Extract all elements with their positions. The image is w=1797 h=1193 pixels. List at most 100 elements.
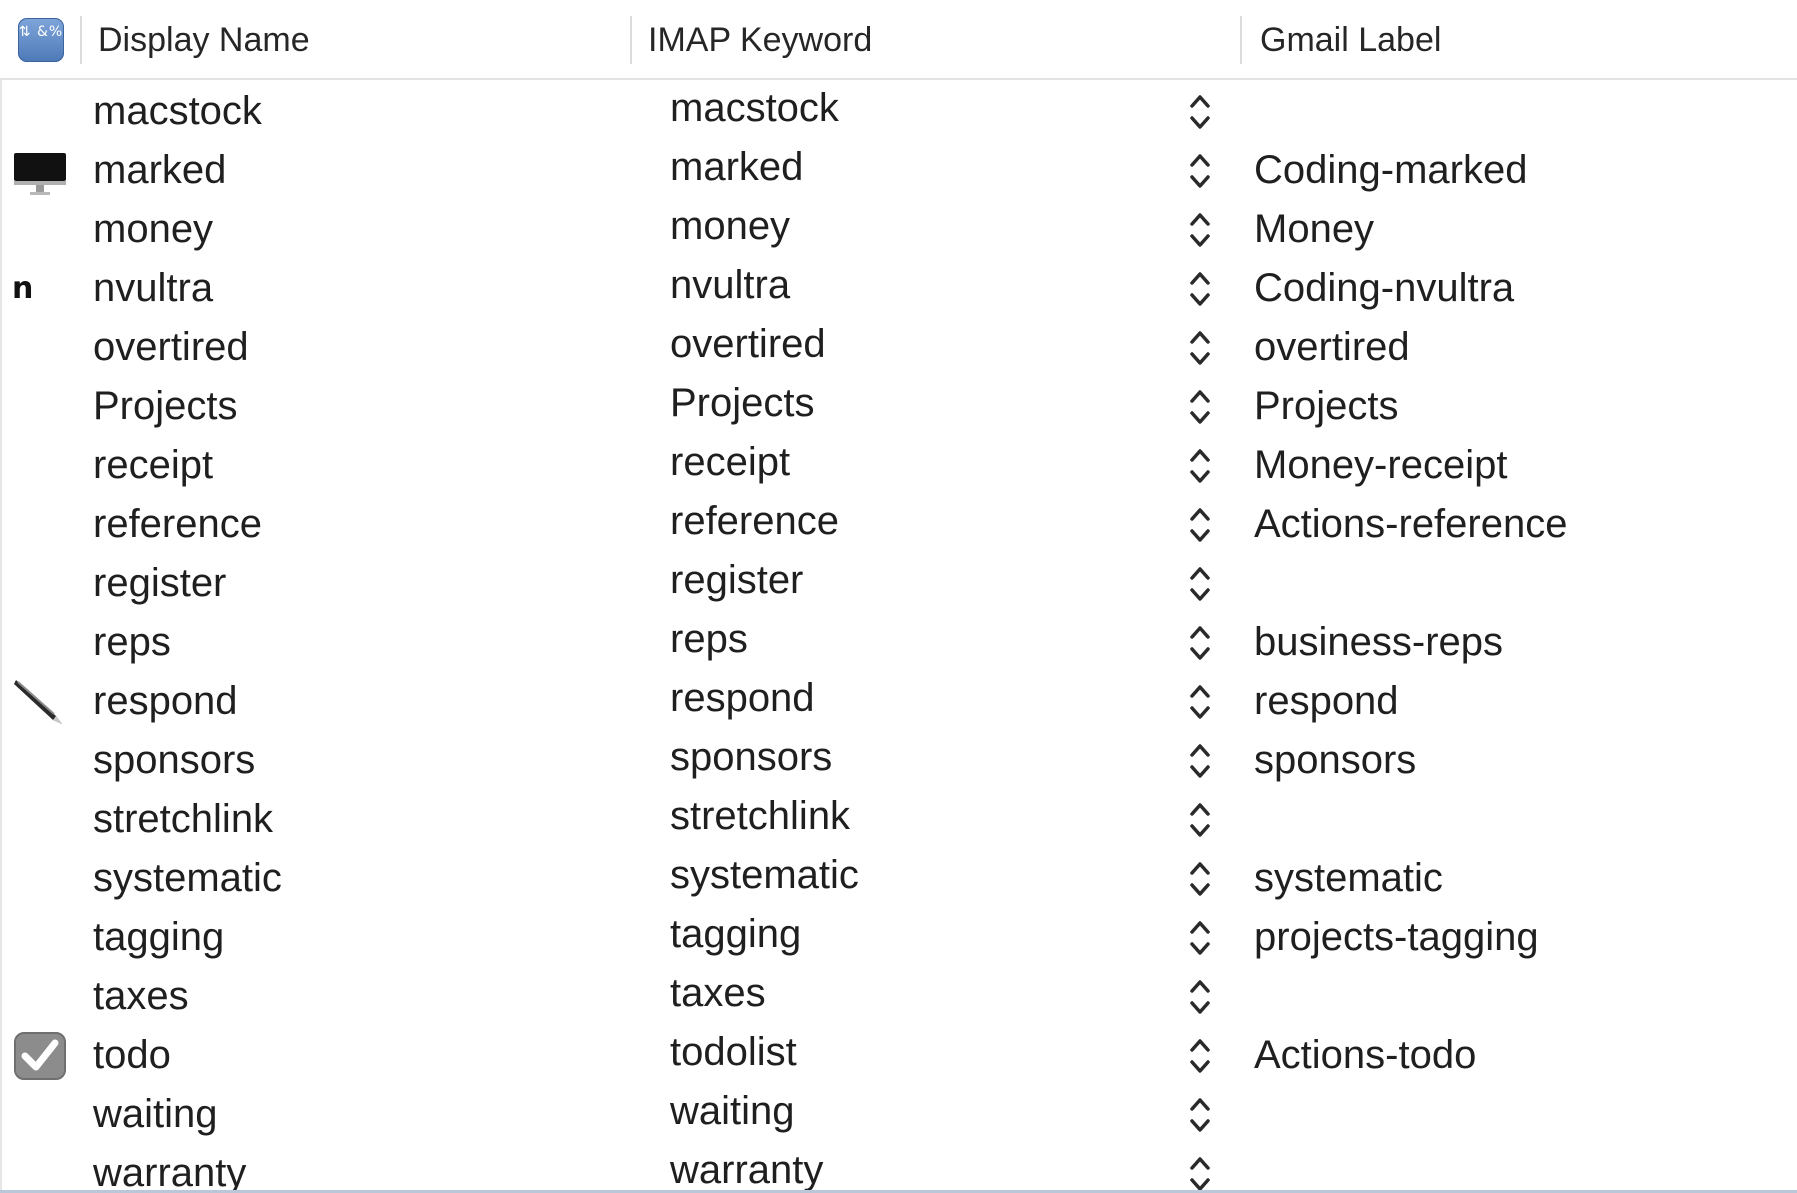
display-name-cell[interactable]: nvultra <box>93 259 213 318</box>
display-name-cell[interactable]: marked <box>93 141 226 200</box>
table-row[interactable]: tagging tagging projects-tagging <box>0 908 1797 967</box>
gmail-label-cell[interactable]: systematic <box>1254 849 1443 908</box>
imap-keyword-cell[interactable]: money <box>670 197 790 256</box>
chevron-up-down-icon[interactable] <box>1187 1153 1213 1190</box>
table-row[interactable]: stretchlink stretchlink <box>0 790 1797 849</box>
display-name-cell[interactable]: money <box>93 200 213 259</box>
chevron-up-down-icon[interactable] <box>1187 386 1213 428</box>
gmail-label-cell[interactable]: Actions-reference <box>1254 495 1567 554</box>
display-name-cell[interactable]: warranty <box>93 1144 246 1190</box>
table-row[interactable]: register register <box>0 554 1797 613</box>
display-name-cell[interactable]: overtired <box>93 318 249 377</box>
gmail-label-cell[interactable]: Actions-todo <box>1254 1026 1476 1085</box>
table-row[interactable]: warranty warranty <box>0 1144 1797 1190</box>
display-name-cell[interactable]: reps <box>93 613 171 672</box>
display-name-cell[interactable]: register <box>93 554 226 613</box>
table-header: ⇅ &% Display Name IMAP Keyword Gmail Lab… <box>0 0 1797 80</box>
imap-keyword-cell[interactable]: Projects <box>670 374 815 433</box>
imap-keyword-cell[interactable]: reference <box>670 492 839 551</box>
imap-keyword-cell[interactable]: stretchlink <box>670 787 850 846</box>
chevron-up-down-icon[interactable] <box>1187 858 1213 900</box>
chevron-up-down-icon[interactable] <box>1187 504 1213 546</box>
column-header-gmail-label[interactable]: Gmail Label <box>1260 0 1441 78</box>
imap-keyword-cell[interactable]: receipt <box>670 433 790 492</box>
table-row[interactable]: todo todolist Actions-todo <box>0 1026 1797 1085</box>
imap-keyword-cell[interactable]: overtired <box>670 315 826 374</box>
chevron-up-down-icon[interactable] <box>1187 91 1213 133</box>
imap-keyword-cell[interactable]: sponsors <box>670 728 832 787</box>
imap-keyword-cell[interactable]: nvultra <box>670 256 790 315</box>
gmail-label-cell[interactable]: Money <box>1254 200 1374 259</box>
column-separator[interactable] <box>80 16 82 64</box>
chevron-up-down-icon[interactable] <box>1187 1094 1213 1136</box>
display-name-cell[interactable]: taxes <box>93 967 189 1026</box>
column-header-imap-keyword[interactable]: IMAP Keyword <box>648 0 872 78</box>
display-name-cell[interactable]: macstock <box>93 82 262 141</box>
chevron-up-down-icon[interactable] <box>1187 622 1213 664</box>
monitor-icon <box>12 145 68 197</box>
table-row[interactable]: reference reference Actions-reference <box>0 495 1797 554</box>
icon-column-header-icon[interactable]: ⇅ &% <box>18 18 64 62</box>
display-name-cell[interactable]: sponsors <box>93 731 255 790</box>
imap-keyword-cell[interactable]: macstock <box>670 80 839 138</box>
chevron-up-down-icon[interactable] <box>1187 799 1213 841</box>
gmail-label-cell[interactable]: Projects <box>1254 377 1399 436</box>
table-row[interactable]: reps reps business-reps <box>0 613 1797 672</box>
chevron-up-down-icon[interactable] <box>1187 917 1213 959</box>
column-separator[interactable] <box>1240 16 1242 64</box>
display-name-cell[interactable]: todo <box>93 1026 171 1085</box>
display-name-cell[interactable]: reference <box>93 495 262 554</box>
imap-keyword-cell[interactable]: todolist <box>670 1023 797 1082</box>
imap-keyword-cell[interactable]: reps <box>670 610 748 669</box>
chevron-up-down-icon[interactable] <box>1187 445 1213 487</box>
display-name-cell[interactable]: stretchlink <box>93 790 273 849</box>
imap-keyword-cell[interactable]: systematic <box>670 846 859 905</box>
table-row[interactable]: sponsors sponsors sponsors <box>0 731 1797 790</box>
table-row[interactable]: money money Money <box>0 200 1797 259</box>
imap-keyword-cell[interactable]: taxes <box>670 964 766 1023</box>
gmail-label-cell[interactable]: Money-receipt <box>1254 436 1507 495</box>
table-row[interactable]: marked marked Coding-marked <box>0 141 1797 200</box>
column-separator[interactable] <box>630 16 632 64</box>
display-name-cell[interactable]: systematic <box>93 849 282 908</box>
display-name-cell[interactable]: receipt <box>93 436 213 495</box>
chevron-up-down-icon[interactable] <box>1187 976 1213 1018</box>
display-name-cell[interactable]: respond <box>93 672 238 731</box>
chevron-up-down-icon[interactable] <box>1187 327 1213 369</box>
table-row[interactable]: n nvultra nvultra Coding-nvultra <box>0 259 1797 318</box>
gmail-label-cell[interactable]: sponsors <box>1254 731 1416 790</box>
gmail-label-cell[interactable]: projects-tagging <box>1254 908 1539 967</box>
gmail-label-cell[interactable]: Coding-nvultra <box>1254 259 1514 318</box>
table-row[interactable]: systematic systematic systematic <box>0 849 1797 908</box>
table-row[interactable]: macstock macstock <box>0 82 1797 141</box>
table-row[interactable]: overtired overtired overtired <box>0 318 1797 377</box>
chevron-up-down-icon[interactable] <box>1187 209 1213 251</box>
gmail-label-cell[interactable]: respond <box>1254 672 1399 731</box>
gmail-label-cell[interactable]: business-reps <box>1254 613 1503 672</box>
table-row[interactable]: receipt receipt Money-receipt <box>0 436 1797 495</box>
icon-column-glyph: ⇅ &% <box>18 24 64 40</box>
chevron-up-down-icon[interactable] <box>1187 150 1213 192</box>
imap-keyword-cell[interactable]: waiting <box>670 1082 795 1141</box>
imap-keyword-cell[interactable]: warranty <box>670 1141 823 1190</box>
chevron-up-down-icon[interactable] <box>1187 681 1213 723</box>
display-name-cell[interactable]: waiting <box>93 1085 218 1144</box>
display-name-cell[interactable]: tagging <box>93 908 224 967</box>
imap-keyword-cell[interactable]: marked <box>670 138 803 197</box>
checkbox-icon <box>12 1030 68 1082</box>
gmail-label-cell[interactable]: Coding-marked <box>1254 141 1527 200</box>
table-row[interactable]: Projects Projects Projects <box>0 377 1797 436</box>
column-header-display-name[interactable]: Display Name <box>98 0 310 78</box>
chevron-up-down-icon[interactable] <box>1187 563 1213 605</box>
chevron-up-down-icon[interactable] <box>1187 268 1213 310</box>
gmail-label-cell[interactable]: overtired <box>1254 318 1410 377</box>
table-row[interactable]: respond respond respond <box>0 672 1797 731</box>
imap-keyword-cell[interactable]: respond <box>670 669 815 728</box>
imap-keyword-cell[interactable]: register <box>670 551 803 610</box>
display-name-cell[interactable]: Projects <box>93 377 238 436</box>
imap-keyword-cell[interactable]: tagging <box>670 905 801 964</box>
table-row[interactable]: taxes taxes <box>0 967 1797 1026</box>
table-row[interactable]: waiting waiting <box>0 1085 1797 1144</box>
chevron-up-down-icon[interactable] <box>1187 1035 1213 1077</box>
chevron-up-down-icon[interactable] <box>1187 740 1213 782</box>
